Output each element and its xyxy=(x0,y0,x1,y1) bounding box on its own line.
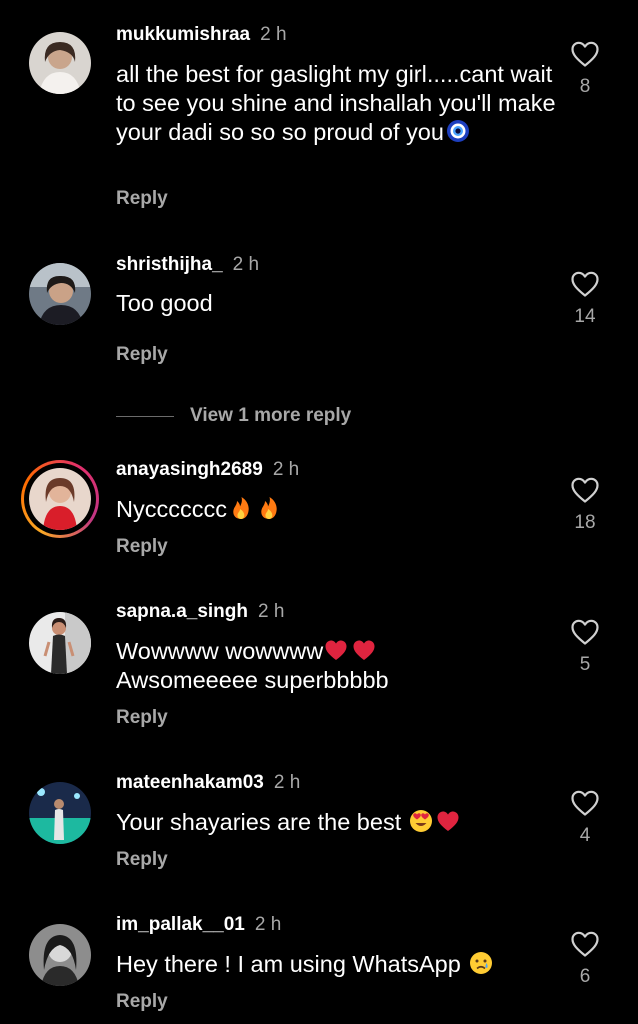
divider-line xyxy=(116,415,174,417)
like-button[interactable]: 4 xyxy=(566,789,604,847)
username[interactable]: im_pallak__01 xyxy=(116,914,245,935)
comment-text: Your shayaries are the best xyxy=(116,808,556,837)
red-heart-emoji xyxy=(437,811,459,831)
nazar-amulet-emoji xyxy=(446,120,469,142)
username[interactable]: shristhijha_ xyxy=(116,254,223,275)
like-button[interactable]: 5 xyxy=(566,618,604,676)
like-button[interactable]: 8 xyxy=(566,40,604,98)
timestamp: 2 h xyxy=(273,772,301,793)
like-button[interactable]: 18 xyxy=(566,476,604,534)
like-count: 14 xyxy=(574,306,596,327)
reply-button[interactable]: Reply xyxy=(116,849,168,871)
heart-outline-icon[interactable] xyxy=(570,618,600,646)
comment-text: all the best for gaslight my girl.....ca… xyxy=(116,61,556,145)
heart-outline-icon[interactable] xyxy=(570,270,600,298)
view-more-replies-label[interactable]: View 1 more reply xyxy=(190,405,351,427)
heart-outline-icon[interactable] xyxy=(570,40,600,68)
timestamp: 2 h xyxy=(272,459,300,480)
username[interactable]: mateenhakam03 xyxy=(116,772,264,793)
comment-text: Hey there ! I am using WhatsApp xyxy=(116,950,556,979)
heart-eyes-emoji xyxy=(410,810,433,832)
avatar[interactable] xyxy=(29,612,91,674)
like-count: 4 xyxy=(579,825,591,846)
comment-text: Wowwww wowwww Awsomeeeee superbbbbb xyxy=(116,638,389,693)
comment-text: Nyccccccc xyxy=(116,495,556,524)
like-count: 18 xyxy=(574,512,596,533)
fire-emoji xyxy=(233,497,249,519)
reply-button[interactable]: Reply xyxy=(116,536,168,558)
like-count: 8 xyxy=(579,76,591,97)
red-heart-emoji xyxy=(325,640,347,660)
reply-button[interactable]: Reply xyxy=(116,344,168,366)
red-heart-emoji xyxy=(353,640,375,660)
comment-text: Too good xyxy=(116,290,213,316)
username[interactable]: sapna.a_singh xyxy=(116,601,248,622)
avatar[interactable] xyxy=(29,32,91,94)
timestamp: 2 h xyxy=(254,914,282,935)
timestamp: 2 h xyxy=(260,24,287,45)
view-more-replies-button[interactable]: View 1 more reply xyxy=(116,404,351,428)
timestamp: 2 h xyxy=(232,254,260,275)
reply-button[interactable]: Reply xyxy=(116,707,168,729)
fire-emoji xyxy=(261,497,277,519)
like-button[interactable]: 6 xyxy=(566,930,604,988)
like-count: 5 xyxy=(579,654,591,675)
heart-outline-icon[interactable] xyxy=(570,930,600,958)
heart-outline-icon[interactable] xyxy=(570,789,600,817)
like-button[interactable]: 14 xyxy=(566,270,604,328)
avatar-story-ring[interactable] xyxy=(21,460,99,538)
reply-button[interactable]: Reply xyxy=(116,188,168,210)
timestamp: 2 h xyxy=(258,601,285,622)
avatar[interactable] xyxy=(29,263,91,325)
avatar[interactable] xyxy=(29,782,91,844)
heart-outline-icon[interactable] xyxy=(570,476,600,504)
avatar[interactable] xyxy=(29,924,91,986)
reply-button[interactable]: Reply xyxy=(116,991,168,1013)
username[interactable]: mukkumishraa xyxy=(116,24,250,45)
crying-face-emoji xyxy=(469,952,492,974)
username[interactable]: anayasingh2689 xyxy=(116,459,263,480)
like-count: 6 xyxy=(579,966,591,987)
